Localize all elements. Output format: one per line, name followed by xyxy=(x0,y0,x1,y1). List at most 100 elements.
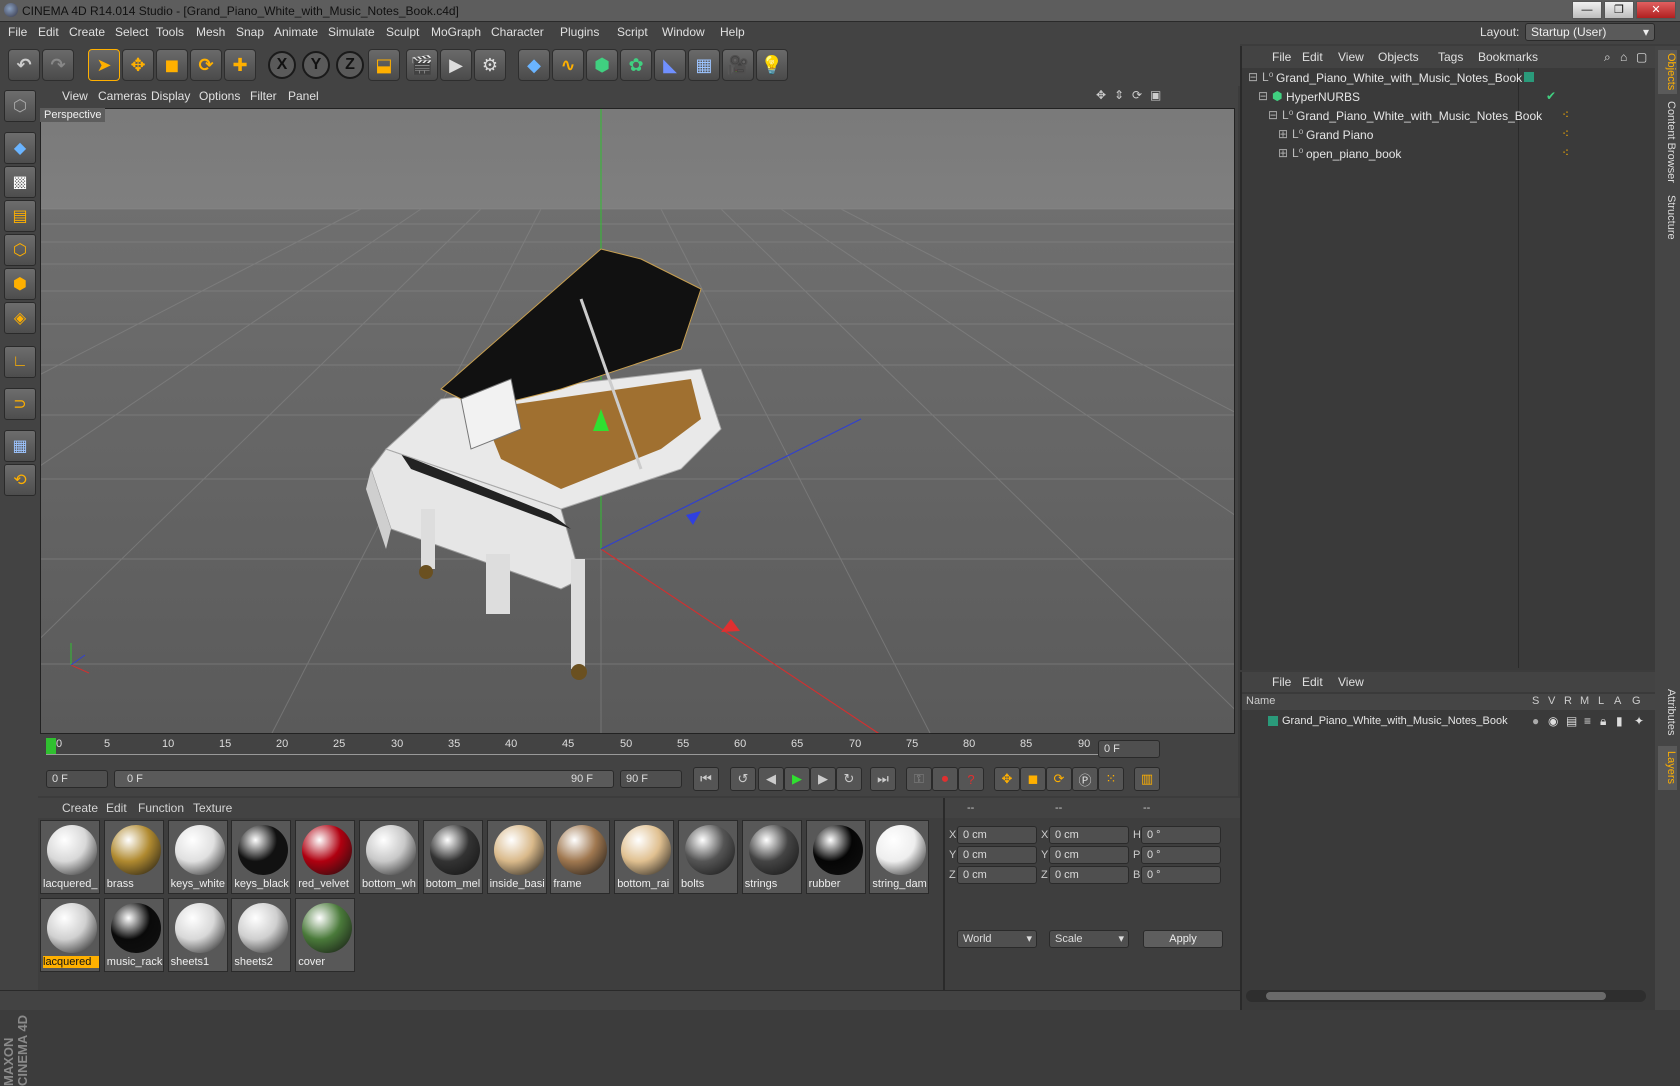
manager-list-icon[interactable]: ≡ xyxy=(1584,714,1591,728)
scale-select[interactable]: Scale ▾ xyxy=(1049,930,1129,948)
coord-value-field[interactable]: 0 cm xyxy=(957,866,1037,884)
layout-select[interactable]: Startup (User) ▾ xyxy=(1525,23,1655,41)
layer-row[interactable]: Grand_Piano_White_with_Music_Notes_Book … xyxy=(1242,712,1657,732)
vp-menu-panel[interactable]: Panel xyxy=(288,89,319,103)
tab-layers[interactable]: Layers xyxy=(1658,746,1677,790)
undo-button[interactable]: ↶ xyxy=(8,49,40,81)
collapse-icon[interactable]: ⊟ xyxy=(1258,89,1268,103)
scrollbar-thumb[interactable] xyxy=(1266,992,1606,1000)
menu-mograph[interactable]: MoGraph xyxy=(431,25,481,39)
redo-button[interactable]: ↷ xyxy=(42,49,74,81)
maximize-button[interactable]: ❐ xyxy=(1604,1,1634,19)
object-row-grand-piano[interactable]: ⊞ L⁰ Grand Piano ⁖ xyxy=(1242,125,1657,145)
enabled-check-icon[interactable]: ✔ xyxy=(1546,89,1556,103)
vp-menu-filter[interactable]: Filter xyxy=(250,89,277,103)
move-view-icon[interactable]: ✥ xyxy=(1096,88,1106,102)
menu-animate[interactable]: Animate xyxy=(274,25,318,39)
tab-objects[interactable]: Objects xyxy=(1658,50,1677,94)
render-settings-button[interactable]: ⚙ xyxy=(474,49,506,81)
record-keys-button[interactable]: ⚿ xyxy=(906,767,932,791)
coord-value-field[interactable]: 0 ° xyxy=(1141,846,1221,864)
start-frame-field[interactable]: 0 F xyxy=(46,770,108,788)
move-tool-button[interactable]: ✥ xyxy=(122,49,154,81)
menu-tools[interactable]: Tools xyxy=(156,25,184,39)
toggle-view-icon[interactable]: ▣ xyxy=(1150,88,1161,102)
material-swatch[interactable]: keys_black xyxy=(231,820,292,894)
key-rotation-button[interactable]: ⟳ xyxy=(1046,767,1072,791)
obj-menu-view[interactable]: View xyxy=(1338,50,1364,64)
mat-menu-create[interactable]: Create xyxy=(62,801,98,815)
material-swatch[interactable]: botom_mel xyxy=(422,820,483,894)
next-key-button[interactable]: ↻ xyxy=(836,767,862,791)
z-axis-toggle[interactable]: Z xyxy=(336,51,364,79)
rotate-tool-button[interactable]: ⟳ xyxy=(190,49,222,81)
key-pla-button[interactable]: ⁙ xyxy=(1098,767,1124,791)
obj-menu-file[interactable]: File xyxy=(1272,50,1291,64)
home-icon[interactable]: ⌂ xyxy=(1620,50,1627,64)
tab-structure[interactable]: Structure xyxy=(1658,190,1677,244)
coord-value-field[interactable]: 0 cm xyxy=(957,826,1037,844)
horizontal-scrollbar[interactable] xyxy=(1246,990,1646,1002)
material-swatch[interactable]: music_rack xyxy=(103,898,164,972)
y-axis-toggle[interactable]: Y xyxy=(302,51,330,79)
autokey-button[interactable]: ⏺ xyxy=(932,767,958,791)
menu-mesh[interactable]: Mesh xyxy=(196,25,225,39)
make-editable-button[interactable]: ⬡ xyxy=(4,90,36,122)
timeline-ruler[interactable]: 0 5 10 15 20 25 30 35 40 45 50 55 60 65 … xyxy=(38,736,1238,762)
tab-content-browser[interactable]: Content Browser xyxy=(1658,98,1677,186)
object-row-root[interactable]: ⊟ L⁰ Grand_Piano_White_with_Music_Notes_… xyxy=(1242,68,1657,88)
add-camera-button[interactable]: 🎥 xyxy=(722,49,754,81)
apply-button[interactable]: Apply xyxy=(1143,930,1223,948)
material-swatch[interactable]: keys_white xyxy=(167,820,228,894)
coord-value-field[interactable]: 0 cm xyxy=(1049,866,1129,884)
vp-menu-options[interactable]: Options xyxy=(199,89,240,103)
key-position-button[interactable]: ✥ xyxy=(994,767,1020,791)
menu-simulate[interactable]: Simulate xyxy=(328,25,375,39)
current-frame-field[interactable]: 0 F xyxy=(1098,740,1160,758)
menu-plugins[interactable]: Plugins xyxy=(560,25,599,39)
expand-icon[interactable]: ⊞ xyxy=(1278,146,1288,160)
mat-menu-edit[interactable]: Edit xyxy=(106,801,127,815)
coord-value-field[interactable]: 0 cm xyxy=(1049,826,1129,844)
generator-icon[interactable]: ✦ xyxy=(1634,714,1644,728)
play-button[interactable]: ▶ xyxy=(784,767,810,791)
add-deformer-button[interactable]: ◣ xyxy=(654,49,686,81)
vp-menu-cameras[interactable]: Cameras xyxy=(98,89,147,103)
obj-menu-edit[interactable]: Edit xyxy=(1302,50,1323,64)
collapse-icon[interactable]: ⊟ xyxy=(1268,108,1278,122)
menu-sculpt[interactable]: Sculpt xyxy=(386,25,419,39)
keyframe-selection-button[interactable]: ? xyxy=(958,767,984,791)
material-swatch[interactable]: frame xyxy=(550,820,611,894)
previous-frame-button[interactable]: ◀ xyxy=(758,767,784,791)
menu-character[interactable]: Character xyxy=(491,25,544,39)
world-select[interactable]: World ▾ xyxy=(957,930,1037,948)
material-swatch[interactable]: sheets1 xyxy=(167,898,228,972)
previous-key-button[interactable]: ↺ xyxy=(730,767,756,791)
material-swatch[interactable]: strings xyxy=(741,820,802,894)
layer-menu-view[interactable]: View xyxy=(1338,675,1364,689)
add-array-button[interactable]: ✿ xyxy=(620,49,652,81)
obj-menu-tags[interactable]: Tags xyxy=(1438,50,1463,64)
material-swatch[interactable]: inside_basi xyxy=(486,820,547,894)
eye-icon[interactable]: ◉ xyxy=(1548,714,1558,728)
key-scale-button[interactable]: ◼ xyxy=(1020,767,1046,791)
polygons-mode-button[interactable]: ◈ xyxy=(4,302,36,334)
vp-menu-display[interactable]: Display xyxy=(151,89,190,103)
lock-icon[interactable]: 🔒︎ xyxy=(1600,714,1606,729)
obj-menu-bookmarks[interactable]: Bookmarks xyxy=(1478,50,1538,64)
viewport-canvas[interactable] xyxy=(40,108,1235,734)
live-selection-button[interactable]: ➤ xyxy=(88,49,120,81)
axis-mode-button[interactable]: ∟ xyxy=(4,346,36,378)
material-swatch[interactable]: cover xyxy=(295,898,356,972)
menu-script[interactable]: Script xyxy=(617,25,648,39)
tab-attributes[interactable]: Attributes xyxy=(1658,682,1677,742)
menu-select[interactable]: Select xyxy=(115,25,148,39)
object-row-hypernurbs[interactable]: ⊟ ⬢ HyperNURBS ✔ xyxy=(1242,87,1657,107)
layer-menu-edit[interactable]: Edit xyxy=(1302,675,1323,689)
menu-window[interactable]: Window xyxy=(662,25,705,39)
workplane-mode-button[interactable]: ▤ xyxy=(4,200,36,232)
coord-value-field[interactable]: 0 cm xyxy=(1049,846,1129,864)
mat-menu-function[interactable]: Function xyxy=(138,801,184,815)
zoom-view-icon[interactable]: ⇕ xyxy=(1114,88,1124,102)
material-tag-icon[interactable]: ⁖ xyxy=(1562,127,1569,141)
